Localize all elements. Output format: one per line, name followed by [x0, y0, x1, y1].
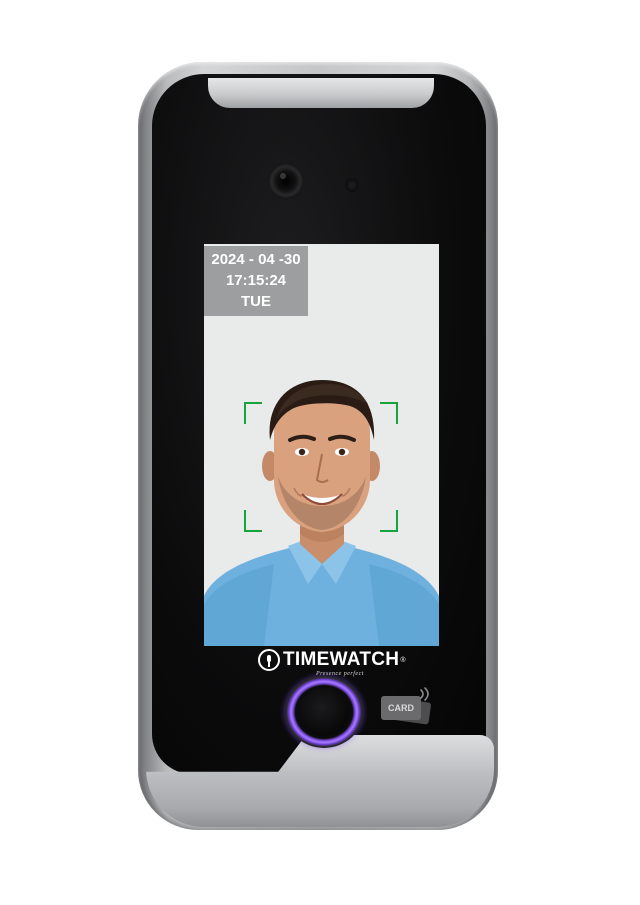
fingerprint-sensor-icon[interactable] — [298, 688, 350, 736]
face-frame-corner-top-right — [380, 402, 398, 424]
device-illustration: 2024 - 04 -30 17:15:24 TUE TIMEWATCH ® P… — [0, 0, 640, 905]
face-frame-corner-bottom-left — [244, 510, 262, 532]
card-label: CARD — [381, 696, 421, 720]
registered-mark: ® — [400, 656, 406, 664]
card-reader-area[interactable]: CARD — [378, 686, 438, 736]
weekday-text: TUE — [241, 293, 271, 310]
clock-panel: 2024 - 04 -30 17:15:24 TUE — [204, 246, 308, 316]
nfc-icon — [420, 687, 429, 701]
camera-lens-icon — [269, 164, 303, 198]
top-sensor-bar — [208, 78, 434, 108]
device-screen[interactable]: 2024 - 04 -30 17:15:24 TUE — [204, 244, 439, 646]
face-frame-corner-top-left — [244, 402, 262, 424]
ir-sensor-icon — [345, 178, 359, 192]
time-text: 17:15:24 — [225, 272, 287, 289]
brand-name: TIMEWATCH — [283, 649, 400, 670]
date-text: 2024 - 04 -30 — [211, 251, 301, 268]
face-frame-corner-bottom-right — [380, 510, 398, 532]
brand-logo: TIMEWATCH ® — [258, 646, 406, 674]
timewatch-logo-icon — [258, 649, 280, 671]
